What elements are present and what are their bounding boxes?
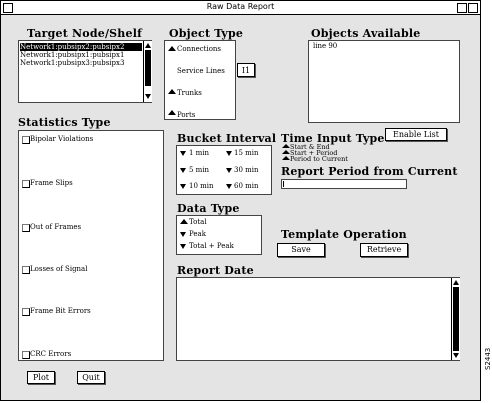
scroll-thumb[interactable] [453,287,459,351]
retrieve-button[interactable]: Retrieve [360,243,408,257]
stat-checkbox[interactable] [22,266,30,274]
object-type-group: Connections Service Lines Trunks Ports [164,40,236,120]
stat-option[interactable]: Losses of Signal [30,265,87,273]
target-node-item[interactable]: Network1:pubsipx3:pubsipx3 [20,59,124,67]
enable-list-button[interactable]: Enable List [385,128,447,141]
target-node-item[interactable]: Network1:pubsipx1:pubsipx1 [20,51,124,59]
target-node-list[interactable]: Network1:pubsipx2:pubsipx2 Network1:pubs… [18,40,152,103]
statistics-type-group: Bipolar Violations Frame Slips Out of Fr… [18,130,164,361]
report-data-area[interactable] [176,277,460,361]
report-data-label: Report Date [177,264,254,277]
data-type-option[interactable]: Peak [189,230,206,238]
maximize-icon[interactable] [468,3,478,13]
scroll-up-icon[interactable] [453,280,459,285]
peak-radio[interactable] [180,232,186,237]
total-radio[interactable] [180,219,188,224]
text-cursor [283,181,284,187]
template-operation-label: Template Operation [281,228,407,241]
target-node-scrollbar[interactable] [143,41,152,102]
bucket-option[interactable]: 60 min [234,182,259,190]
time-input-option[interactable]: Period to Current [290,156,348,163]
stat-option[interactable]: Out of Frames [30,223,81,231]
stat-option[interactable]: Frame Bit Errors [30,307,91,315]
stat-option[interactable]: Bipolar Violations [30,135,93,143]
bucket-30min-radio[interactable] [226,168,232,173]
report-period-label: Report Period from Current [281,165,458,178]
save-button[interactable]: Save [277,243,325,257]
trunks-radio[interactable] [168,89,176,94]
bucket-10min-radio[interactable] [180,184,186,189]
bucket-interval-group: 1 min 15 min 5 min 30 min 10 min 60 min [176,145,272,195]
object-type-label: Object Type [169,27,244,40]
bucket-option[interactable]: 1 min [189,149,209,157]
connections-option[interactable]: Connections [177,45,221,53]
data-type-label: Data Type [177,202,240,215]
bucket-interval-label: Bucket Interval [177,132,277,145]
report-data-scrollbar[interactable] [451,278,460,360]
object-type-badge[interactable]: I1 [237,63,255,77]
start-end-radio[interactable] [282,144,290,148]
plot-button[interactable]: Plot [27,371,55,384]
scroll-down-icon[interactable] [453,353,459,358]
bucket-1min-radio[interactable] [180,151,186,156]
service-lines-radio[interactable] [168,67,176,72]
minimize-icon[interactable] [457,3,467,13]
figure-id: S2443 [484,347,492,370]
title-bar: Raw Data Report [1,1,480,15]
ports-radio[interactable] [168,110,176,115]
stat-checkbox[interactable] [22,224,30,232]
bucket-15min-radio[interactable] [226,151,232,156]
scroll-up-icon[interactable] [145,43,151,48]
window-title: Raw Data Report [206,2,275,11]
bucket-option[interactable]: 10 min [189,182,214,190]
stat-checkbox[interactable] [22,308,30,316]
statistics-type-label: Statistics Type [18,116,111,129]
target-node-item[interactable]: Network1:pubsipx2:pubsipx2 [20,43,142,51]
report-window: Raw Data Report Target Node/Shelf Networ… [0,0,481,401]
bucket-option[interactable]: 5 min [189,166,209,174]
stat-checkbox[interactable] [22,351,30,359]
quit-button[interactable]: Quit [77,371,105,384]
target-node-label: Target Node/Shelf [27,27,143,40]
data-type-option[interactable]: Total [189,218,207,226]
stat-option[interactable]: CRC Errors [30,350,71,358]
bucket-60min-radio[interactable] [226,184,232,189]
service-lines-option[interactable]: Service Lines [177,67,225,75]
bucket-5min-radio[interactable] [180,168,186,173]
data-type-option[interactable]: Total + Peak [189,242,234,250]
period-current-radio[interactable] [282,156,290,160]
stat-checkbox[interactable] [22,180,30,188]
bucket-option[interactable]: 15 min [234,149,259,157]
objects-available-list[interactable]: line 90 [308,40,460,123]
scroll-down-icon[interactable] [145,94,151,99]
data-type-group: Total Peak Total + Peak [176,215,262,255]
bucket-option[interactable]: 30 min [234,166,259,174]
objects-available-item[interactable]: line 90 [313,42,337,50]
total-peak-radio[interactable] [180,244,186,249]
ports-option[interactable]: Ports [177,111,195,119]
scroll-thumb[interactable] [145,50,151,86]
connections-radio[interactable] [168,46,176,51]
stat-option[interactable]: Frame Slips [30,179,73,187]
stat-checkbox[interactable] [22,136,30,144]
start-period-radio[interactable] [282,150,290,154]
objects-available-label: Objects Available [311,27,421,40]
trunks-option[interactable]: Trunks [177,89,202,97]
report-period-input[interactable] [281,179,407,189]
